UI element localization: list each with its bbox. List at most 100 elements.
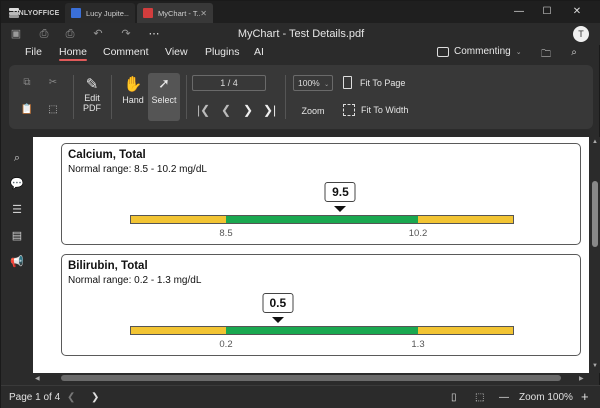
menu-plugins[interactable]: Plugins xyxy=(205,46,239,58)
zoom-select[interactable]: 100% ⌄ xyxy=(293,75,333,91)
normal-range-segment xyxy=(226,327,418,334)
value-pointer xyxy=(271,317,284,323)
app-window: ONLYOFFICE Lucy Jupite... MyChart - T...… xyxy=(0,0,600,408)
select-label: Select xyxy=(151,95,177,105)
status-bar: Page 1 of 4 ❮ ❯ ▯ ⬚ — Zoom 100% + xyxy=(1,385,600,408)
maximize-button[interactable]: ☐ xyxy=(537,4,557,20)
left-sidebar: ⌕ 💬 ☰ ▤ 📢 xyxy=(1,137,33,373)
vertical-scroll-thumb[interactable] xyxy=(592,181,598,247)
range-gauge xyxy=(130,326,514,335)
document-viewport[interactable]: Calcium, Total Normal range: 8.5 - 10.2 … xyxy=(33,137,589,373)
edit-pdf-button[interactable]: ✎ Edit PDF xyxy=(79,75,105,113)
chevron-down-icon: ⌄ xyxy=(324,82,330,88)
normal-range: Normal range: 8.5 - 10.2 mg/dL xyxy=(68,164,207,175)
select-tool-button[interactable]: ➚ Select xyxy=(148,73,180,121)
scroll-right-icon[interactable]: ▶ xyxy=(579,375,584,382)
first-page-icon[interactable]: |❮ xyxy=(197,103,210,117)
fit-to-page-button[interactable]: Fit To Page xyxy=(343,76,405,89)
tab-label: MyChart - T... xyxy=(158,8,201,18)
page-number-input[interactable]: 1 / 4 xyxy=(192,75,266,91)
test-name: Bilirubin, Total xyxy=(68,260,148,272)
tab-strip: ONLYOFFICE Lucy Jupite... MyChart - T...… xyxy=(1,1,600,23)
open-file-location-icon[interactable]: 🗀 xyxy=(539,47,553,60)
search-icon[interactable]: ⌕ xyxy=(567,47,581,59)
value-pointer xyxy=(334,206,347,212)
lab-result-card: Bilirubin, Total Normal range: 0.2 - 1.3… xyxy=(61,254,581,356)
cursor-arrow-icon: ➚ xyxy=(158,75,170,91)
above-range-segment xyxy=(418,216,513,223)
previous-page-icon[interactable]: ❮ xyxy=(221,103,231,117)
menu-ai[interactable]: AI xyxy=(254,46,264,58)
edit-pdf-label-line1: Edit xyxy=(84,93,100,103)
above-range-segment xyxy=(418,327,513,334)
select-all-icon[interactable]: ⬚ xyxy=(46,103,60,117)
cut-icon[interactable]: ✂ xyxy=(46,76,60,90)
comments-icon[interactable]: 💬 xyxy=(10,177,24,191)
test-name: Calcium, Total xyxy=(68,149,146,161)
mode-label: Commenting xyxy=(454,46,511,57)
normal-range: Normal range: 0.2 - 1.3 mg/dL xyxy=(68,275,202,286)
low-tick-label: 0.2 xyxy=(219,339,233,350)
tab-mychart[interactable]: MyChart - T... ✕ xyxy=(137,3,213,23)
tab-lucy-jupiter[interactable]: Lucy Jupite... xyxy=(65,3,135,23)
edit-pdf-icon: ✎ xyxy=(85,76,99,93)
thumbnails-icon[interactable]: ▤ xyxy=(10,229,24,243)
fit-to-width-button[interactable]: Fit To Width xyxy=(343,104,408,116)
below-range-segment xyxy=(131,216,226,223)
mode-dropdown[interactable]: Commenting ⌄ xyxy=(437,46,522,57)
ribbon-toolbar: ⧉ ✂ 📋 ⬚ ✎ Edit PDF ✋ Hand ➚ Select 1 / 4… xyxy=(9,65,593,129)
chevron-down-icon: ⌄ xyxy=(515,48,522,56)
onlyoffice-home-tab[interactable]: ONLYOFFICE xyxy=(3,3,61,23)
hand-tool-button[interactable]: ✋ Hand xyxy=(119,75,147,105)
zoom-out-button[interactable]: — xyxy=(499,392,509,403)
minimize-button[interactable]: — xyxy=(509,4,529,20)
paste-icon[interactable]: 📋 xyxy=(20,103,34,117)
tab-label: Lucy Jupite... xyxy=(86,8,129,18)
menu-file[interactable]: File xyxy=(25,46,42,58)
horizontal-scrollbar[interactable]: ◀ ▶ xyxy=(33,373,589,383)
status-prev-page-icon[interactable]: ❮ xyxy=(67,392,75,403)
close-tab-icon[interactable]: ✕ xyxy=(200,9,207,18)
separator xyxy=(111,75,112,119)
status-next-page-icon[interactable]: ❯ xyxy=(91,392,99,403)
fit-page-label: Fit To Page xyxy=(360,77,406,88)
lab-result-card: Calcium, Total Normal range: 8.5 - 10.2 … xyxy=(61,143,581,245)
last-page-icon[interactable]: ❯| xyxy=(263,103,276,117)
menu-home[interactable]: Home xyxy=(59,46,88,61)
close-window-button[interactable]: ✕ xyxy=(567,4,587,20)
horizontal-scroll-thumb[interactable] xyxy=(61,375,561,381)
fit-width-label: Fit To Width xyxy=(361,105,409,115)
separator xyxy=(285,75,286,119)
document-title: MyChart - Test Details.pdf xyxy=(237,28,365,40)
scroll-up-icon[interactable]: ▲ xyxy=(592,139,598,145)
scroll-left-icon[interactable]: ◀ xyxy=(35,375,40,382)
edit-pdf-label-line2: PDF xyxy=(83,103,101,113)
menu-bar: File Home Comment View Plugins AI Commen… xyxy=(1,45,600,63)
scroll-down-icon[interactable]: ▼ xyxy=(592,363,598,369)
feedback-icon[interactable]: 📢 xyxy=(10,255,24,269)
navigation-icon[interactable]: ☰ xyxy=(10,203,24,217)
search-icon[interactable]: ⌕ xyxy=(10,151,24,165)
next-page-icon[interactable]: ❯ xyxy=(243,103,253,117)
fit-width-status-icon[interactable]: ⬚ xyxy=(475,392,484,403)
user-avatar[interactable]: T xyxy=(573,26,589,42)
zoom-button[interactable]: Zoom xyxy=(295,106,331,116)
fit-page-status-icon[interactable]: ▯ xyxy=(451,392,457,403)
range-gauge xyxy=(130,215,514,224)
value-badge: 0.5 xyxy=(262,293,294,313)
normal-range-segment xyxy=(226,216,418,223)
menu-comment[interactable]: Comment xyxy=(103,46,149,58)
zoom-in-button[interactable]: + xyxy=(581,389,589,404)
high-tick-label: 1.3 xyxy=(411,339,425,350)
separator xyxy=(73,75,74,119)
app-logo-label: ONLYOFFICE xyxy=(13,9,60,17)
high-tick-label: 10.2 xyxy=(408,228,428,239)
copy-icon[interactable]: ⧉ xyxy=(20,76,34,90)
document-file-icon xyxy=(71,8,81,18)
hand-icon: ✋ xyxy=(123,76,143,93)
zoom-info: Zoom 100% xyxy=(519,392,573,403)
menu-view[interactable]: View xyxy=(165,46,188,58)
pdf-page: Calcium, Total Normal range: 8.5 - 10.2 … xyxy=(33,137,589,373)
vertical-scrollbar[interactable]: ▲ ▼ xyxy=(589,137,600,373)
fit-page-icon xyxy=(343,76,352,89)
